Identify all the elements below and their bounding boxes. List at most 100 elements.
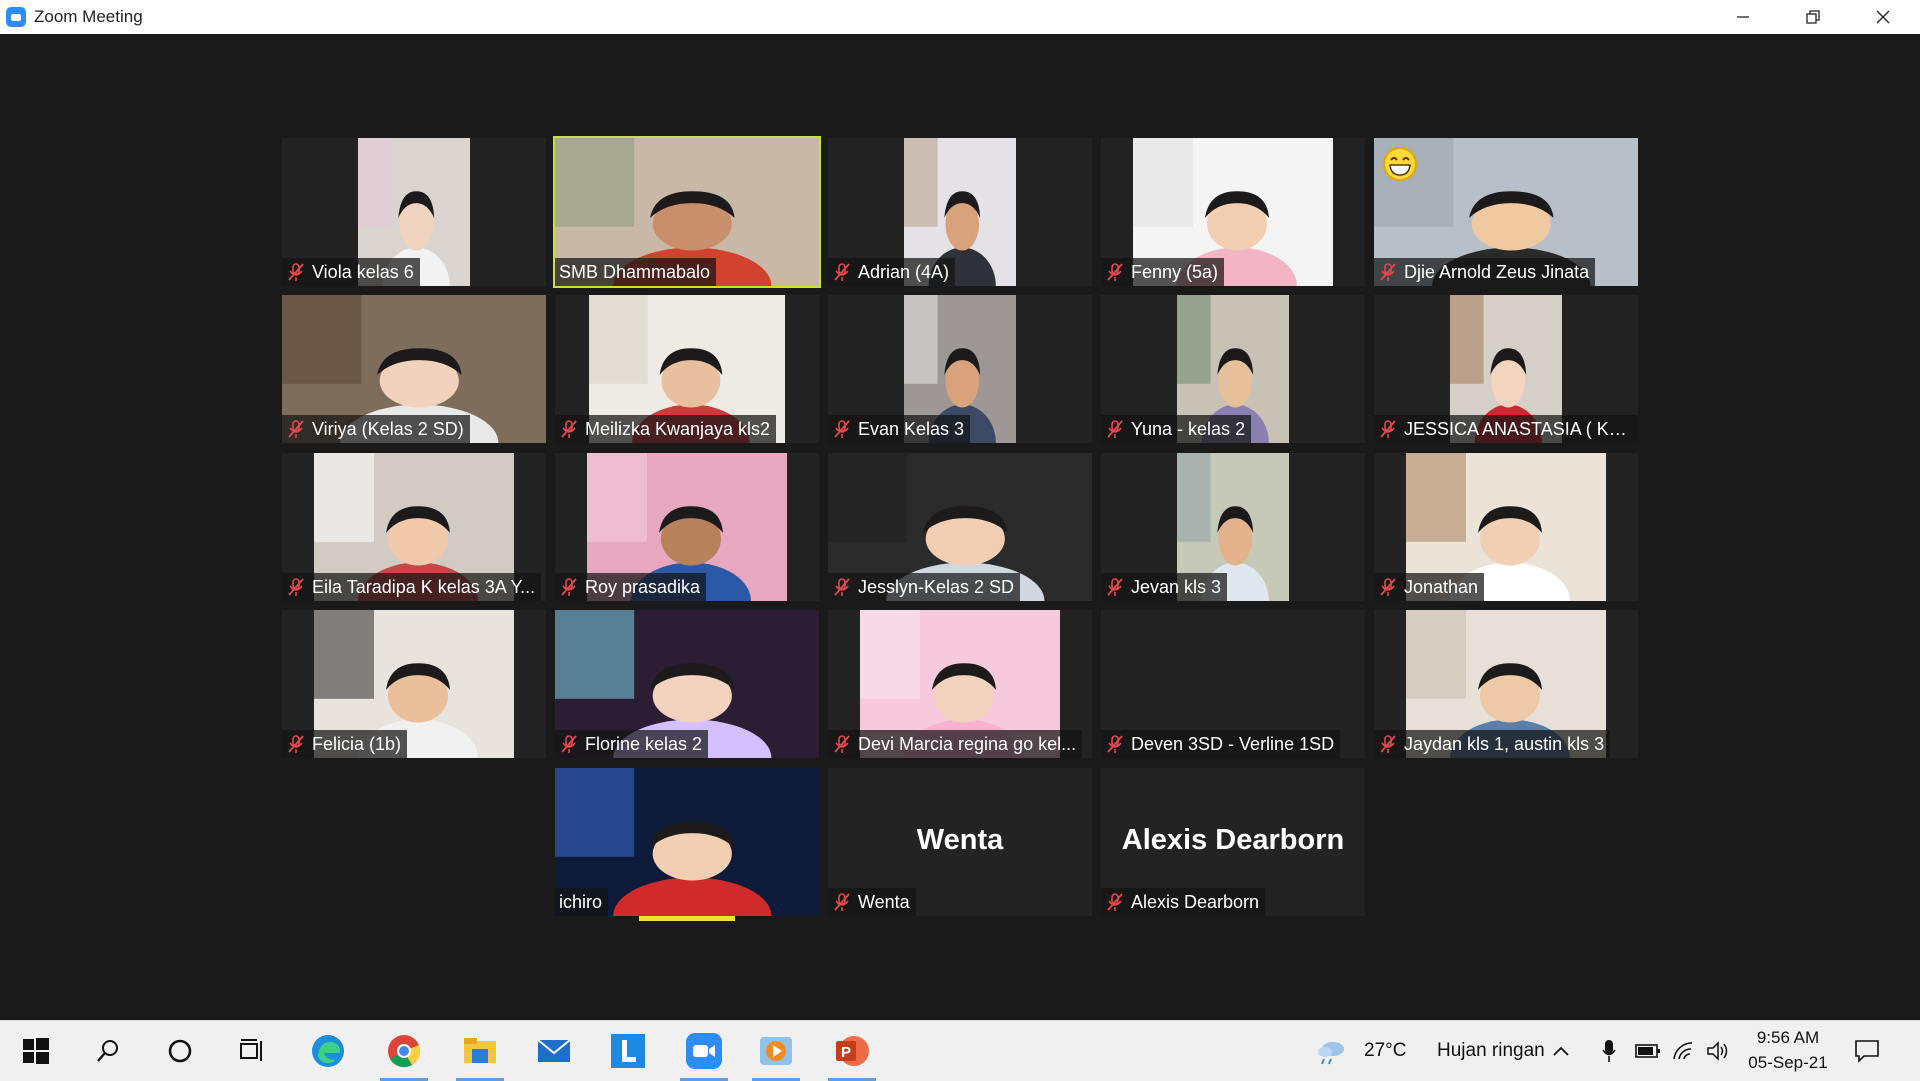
- volume-tray[interactable]: [1704, 1021, 1732, 1081]
- taskbar-file-explorer[interactable]: [450, 1021, 510, 1081]
- mic-muted-icon: [1107, 263, 1123, 281]
- wifi-icon: [1673, 1042, 1693, 1060]
- participant-tile[interactable]: JESSICA ANASTASIA ( KLS...: [1374, 295, 1638, 443]
- participant-name-tag: Deven 3SD - Verline 1SD: [1101, 730, 1341, 758]
- mic-muted-icon: [834, 578, 850, 596]
- l-app-icon: [611, 1034, 645, 1068]
- participant-display-name: Alexis Dearborn: [1121, 824, 1345, 856]
- mic-muted-icon: [1107, 578, 1123, 596]
- participant-name-tag: Djie Arnold Zeus Jinata: [1374, 258, 1596, 286]
- participant-name-tag: Yuna - kelas 2: [1101, 415, 1252, 443]
- participant-tile[interactable]: Fenny (5a): [1101, 138, 1365, 286]
- participant-name: SMB Dhammabalo: [559, 262, 711, 282]
- participant-name: JESSICA ANASTASIA ( KLS...: [1404, 419, 1634, 439]
- participant-tile[interactable]: Djie Arnold Zeus Jinata: [1374, 138, 1638, 286]
- participant-tile[interactable]: SMB Dhammabalo: [553, 136, 821, 288]
- gallery-view: Viola kelas 6 SMB Dhammabalo Adrian (4A) Fe…: [0, 34, 1920, 1020]
- participant-name-tag: Wenta: [828, 888, 916, 916]
- mic-muted-icon: [1107, 893, 1123, 911]
- participant-name: Djie Arnold Zeus Jinata: [1404, 262, 1590, 282]
- wifi-tray[interactable]: [1670, 1021, 1698, 1081]
- folder-icon: [464, 1038, 496, 1063]
- participant-name-tag: Adrian (4A): [828, 258, 956, 286]
- participant-tile[interactable]: Jesslyn-Kelas 2 SD: [828, 453, 1092, 601]
- taskbar-l-app[interactable]: [598, 1021, 658, 1081]
- cortana-icon: [168, 1039, 192, 1063]
- search-button[interactable]: [78, 1021, 138, 1081]
- participant-tile[interactable]: Jonathan: [1374, 453, 1638, 601]
- taskbar-powerpoint[interactable]: P: [822, 1021, 882, 1081]
- participant-name-tag: Fenny (5a): [1101, 258, 1225, 286]
- participant-name: Florine kelas 2: [585, 734, 703, 754]
- mic-muted-icon: [288, 420, 304, 438]
- participant-tile[interactable]: Jaydan kls 1, austin kls 3: [1374, 610, 1638, 758]
- participant-name: Roy prasadika: [585, 577, 701, 597]
- edge-icon: [312, 1035, 344, 1067]
- participant-name-tag: Jonathan: [1374, 573, 1485, 601]
- participant-tile[interactable]: Jevan kls 3: [1101, 453, 1365, 601]
- participant-tile[interactable]: Florine kelas 2: [555, 610, 819, 758]
- participant-name: Jonathan: [1404, 577, 1479, 597]
- participant-name-tag: Roy prasadika: [555, 573, 707, 601]
- windows-logo-icon: [23, 1038, 49, 1064]
- microphone-tray[interactable]: [1596, 1021, 1622, 1081]
- participant-tile[interactable]: Evan Kelas 3: [828, 295, 1092, 443]
- taskbar-edge[interactable]: [298, 1021, 358, 1081]
- participant-name: Viola kelas 6: [312, 262, 414, 282]
- participant-name: Eila Taradipa K kelas 3A Y...: [312, 577, 536, 597]
- minimize-button[interactable]: [1708, 0, 1778, 34]
- mic-muted-icon: [561, 578, 577, 596]
- taskbar-chrome[interactable]: [374, 1021, 434, 1081]
- participant-name-tag: Felicia (1b): [282, 730, 408, 758]
- participant-tile[interactable]: Deven 3SD - Verline 1SD: [1101, 610, 1365, 758]
- taskbar-mail[interactable]: [524, 1021, 584, 1081]
- zoom-app-icon: [6, 7, 26, 27]
- speaker-icon: [1707, 1041, 1728, 1061]
- mic-muted-icon: [834, 893, 850, 911]
- participant-tile[interactable]: Yuna - kelas 2: [1101, 295, 1365, 443]
- participant-tile[interactable]: Adrian (4A): [828, 138, 1092, 286]
- clock[interactable]: 9:56 AM 05-Sep-21: [1740, 1025, 1836, 1075]
- close-icon: [1876, 10, 1890, 24]
- participant-name: ichiro: [559, 892, 603, 912]
- participant-name-tag: Eila Taradipa K kelas 3A Y...: [282, 573, 542, 601]
- participant-tile[interactable]: Eila Taradipa K kelas 3A Y...: [282, 453, 546, 601]
- task-view-button[interactable]: [222, 1021, 282, 1081]
- microphone-icon: [1602, 1040, 1616, 1062]
- participant-name-tag: Meilizka Kwanjaya kls2: [555, 415, 777, 443]
- participant-tile[interactable]: Devi Marcia regina go kel...: [828, 610, 1092, 758]
- participant-tile[interactable]: Alexis Dearborn Alexis Dearborn: [1101, 768, 1365, 916]
- participant-name: Jaydan kls 1, austin kls 3: [1404, 734, 1605, 754]
- cortana-button[interactable]: [150, 1021, 210, 1081]
- mic-muted-icon: [288, 735, 304, 753]
- close-button[interactable]: [1848, 0, 1918, 34]
- mic-muted-icon: [561, 420, 577, 438]
- mic-muted-icon: [288, 578, 304, 596]
- participant-tile[interactable]: Viriya (Kelas 2 SD): [282, 295, 546, 443]
- battery-icon: [1635, 1044, 1660, 1058]
- mic-muted-icon: [1380, 263, 1396, 281]
- notification-center-button[interactable]: [1840, 1021, 1894, 1081]
- participant-tile[interactable]: Roy prasadika: [555, 453, 819, 601]
- participant-name-tag: Jaydan kls 1, austin kls 3: [1374, 730, 1611, 758]
- taskbar-media-player[interactable]: [746, 1021, 806, 1081]
- battery-tray[interactable]: [1634, 1021, 1662, 1081]
- participant-name-tag: Jevan kls 3: [1101, 573, 1228, 601]
- show-hidden-icons-button[interactable]: [1546, 1021, 1576, 1081]
- participant-tile[interactable]: Viola kelas 6: [282, 138, 546, 286]
- start-button[interactable]: [6, 1021, 66, 1081]
- participant-name-tag: SMB Dhammabalo: [555, 258, 717, 286]
- participant-name-tag: Jesslyn-Kelas 2 SD: [828, 573, 1021, 601]
- participant-tile[interactable]: Meilizka Kwanjaya kls2: [555, 295, 819, 443]
- participant-tile[interactable]: Wenta Wenta: [828, 768, 1092, 916]
- rain-cloud-icon: [1318, 1042, 1344, 1065]
- participant-name: Alexis Dearborn: [1131, 892, 1260, 912]
- zoom-icon: [686, 1033, 722, 1069]
- search-icon: [97, 1040, 118, 1062]
- restore-button[interactable]: [1778, 0, 1848, 34]
- mic-muted-icon: [561, 735, 577, 753]
- taskbar-zoom[interactable]: [674, 1021, 734, 1081]
- participant-tile[interactable]: Felicia (1b): [282, 610, 546, 758]
- window-title: Zoom Meeting: [34, 7, 143, 26]
- participant-tile[interactable]: ichiro: [555, 768, 819, 916]
